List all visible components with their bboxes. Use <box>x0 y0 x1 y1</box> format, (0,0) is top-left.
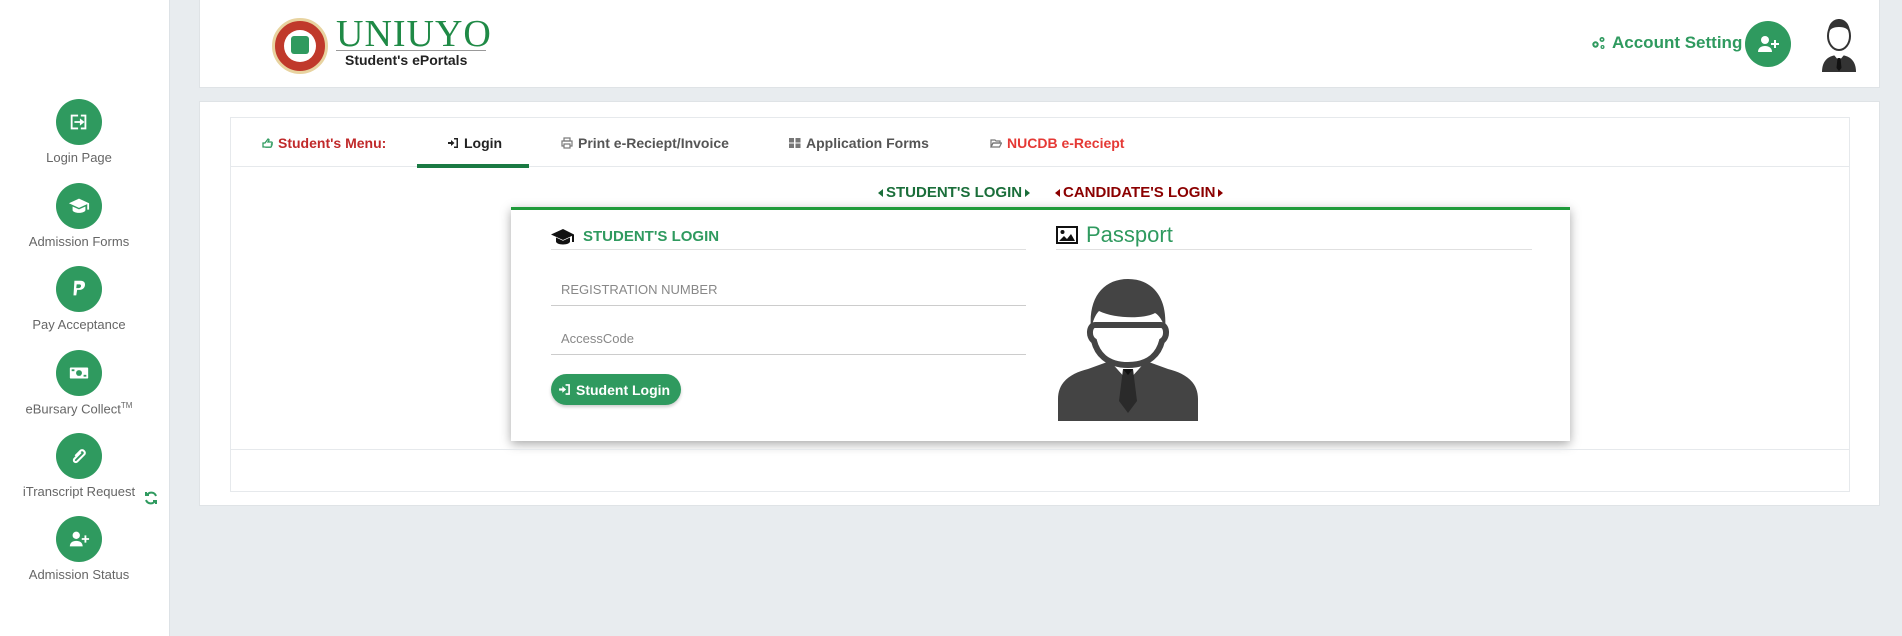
paypal-icon <box>56 266 102 312</box>
tab-login[interactable]: Login <box>447 118 502 167</box>
sidebar-item-login-page[interactable]: Login Page <box>0 99 158 165</box>
folder-open-icon <box>990 138 1002 148</box>
picture-icon <box>1056 226 1078 244</box>
brand-subtitle: Student's ePortals <box>345 52 468 68</box>
sidebar-item-label: iTranscript Request <box>22 484 136 499</box>
caret-right-icon <box>1218 188 1224 197</box>
sign-in-icon <box>56 99 102 145</box>
hand-pointer-icon <box>262 137 273 148</box>
tab-bar: Student's Menu: Login Print e-Reciept/In… <box>231 118 1849 168</box>
tab-nucdb-label: NUCDB e-Reciept <box>1007 134 1125 151</box>
logo-seal <box>291 36 309 54</box>
caret-left-icon <box>878 188 883 197</box>
registration-number-input[interactable] <box>551 274 1026 306</box>
user-plus-icon <box>56 516 102 562</box>
money-icon <box>56 350 102 396</box>
sign-in-icon <box>559 384 570 395</box>
login-panel: STUDENT'S LOGIN Student Login Passport <box>511 207 1570 441</box>
add-user-button[interactable] <box>1745 21 1791 67</box>
sidebar-item-label: Admission Forms <box>28 234 130 249</box>
tab-application-forms[interactable]: Application Forms <box>789 118 929 167</box>
account-setting-label: Account Setting <box>1612 33 1743 52</box>
sidebar-item-label: Pay Acceptance <box>32 317 126 332</box>
sidebar-item-label: eBursary CollectTM <box>0 401 158 416</box>
active-tab-indicator <box>417 164 529 168</box>
paperclip-icon <box>56 433 102 479</box>
university-logo <box>272 18 328 74</box>
sidebar-item-admission-forms[interactable]: Admission Forms <box>0 183 158 249</box>
student-login-switch-label: STUDENT'S LOGIN <box>886 184 1023 201</box>
caret-left-icon <box>1055 188 1060 197</box>
passport-heading: Passport <box>1056 221 1532 250</box>
tab-print-receipt[interactable]: Print e-Reciept/Invoice <box>561 118 729 167</box>
th-large-icon <box>789 137 801 148</box>
sidebar: Login Page Admission Forms Pay Acceptanc… <box>0 0 170 636</box>
cogs-icon <box>1592 37 1605 49</box>
sign-in-icon <box>448 137 458 148</box>
brand-divider <box>336 50 486 51</box>
tabs-container: Student's Menu: Login Print e-Reciept/In… <box>230 117 1850 492</box>
sidebar-item-label: Login Page <box>46 150 112 165</box>
sidebar-item-itranscript-request[interactable]: iTranscript Request <box>0 433 158 499</box>
candidate-login-switch-label: CANDIDATE'S LOGIN <box>1063 184 1216 201</box>
passport-title: Passport <box>1086 222 1173 247</box>
caret-right-icon <box>1025 188 1031 197</box>
graduation-cap-icon <box>56 183 102 229</box>
student-login-switch[interactable]: STUDENT'S LOGIN <box>878 184 1031 201</box>
user-avatar[interactable] <box>1814 16 1864 72</box>
passport-placeholder-image <box>1055 269 1201 421</box>
header: UNIUYO Student's ePortals Account Settin… <box>199 0 1880 88</box>
tab-forms-label: Application Forms <box>806 134 929 151</box>
tab-nucdb-receipt[interactable]: NUCDB e-Reciept <box>990 118 1124 167</box>
graduation-cap-icon <box>551 228 574 244</box>
student-login-title: STUDENT'S LOGIN <box>583 228 720 245</box>
account-setting-link[interactable]: Account Setting <box>1590 33 1742 53</box>
student-login-button-label: Student Login <box>576 381 671 398</box>
tab-login-label: Login <box>464 134 503 151</box>
student-login-heading: STUDENT'S LOGIN <box>551 224 1026 250</box>
print-icon <box>561 136 573 149</box>
ebursary-label: eBursary Collect <box>25 401 121 417</box>
students-menu-label: Student's Menu: <box>261 118 386 167</box>
main-card: Student's Menu: Login Print e-Reciept/In… <box>199 101 1880 506</box>
sidebar-item-label: Admission Status <box>28 567 130 582</box>
students-menu-text: Student's Menu: <box>278 134 387 151</box>
trademark-sup: TM <box>120 401 133 410</box>
access-code-input[interactable] <box>551 323 1026 355</box>
sidebar-item-admission-status[interactable]: Admission Status <box>0 516 158 582</box>
tabs-bottom-divider <box>231 449 1849 450</box>
tab-print-label: Print e-Reciept/Invoice <box>578 134 729 151</box>
sidebar-item-ebursary-collect[interactable]: eBursary CollectTM <box>0 350 158 416</box>
user-plus-icon <box>1758 36 1779 52</box>
candidate-login-switch[interactable]: CANDIDATE'S LOGIN <box>1055 184 1224 201</box>
student-login-button[interactable]: Student Login <box>551 374 682 405</box>
sidebar-item-pay-acceptance[interactable]: Pay Acceptance <box>0 266 158 332</box>
refresh-icon[interactable] <box>143 490 159 506</box>
